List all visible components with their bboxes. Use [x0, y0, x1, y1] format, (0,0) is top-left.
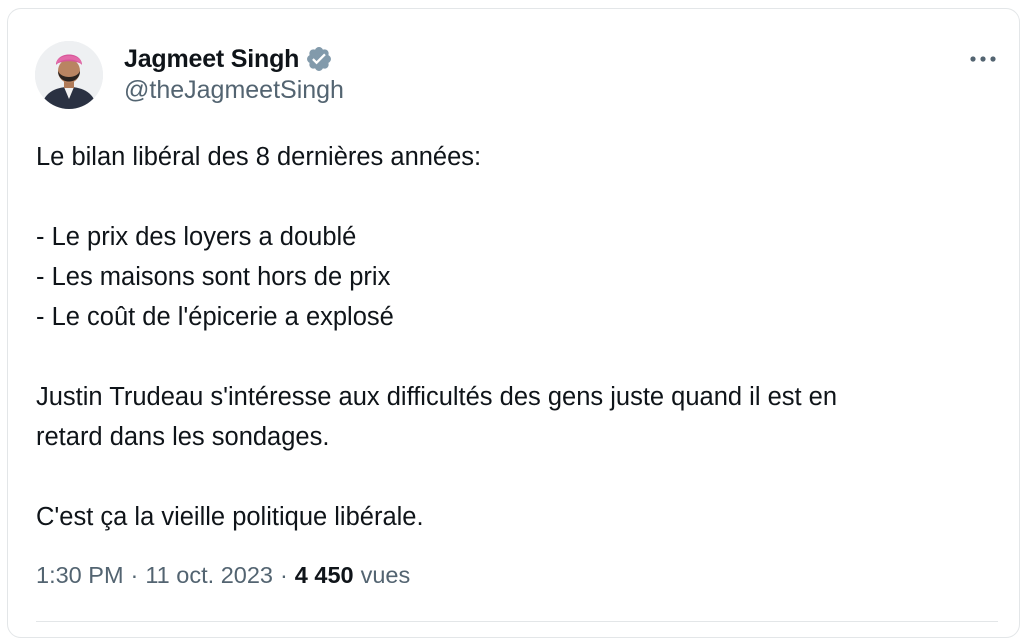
tweet-text-line: Le bilan libéral des 8 dernières années: — [36, 143, 482, 171]
author-handle[interactable]: @theJagmeetSingh — [124, 76, 344, 105]
more-options-button[interactable] — [966, 45, 1000, 73]
tweet-text: Le bilan libéral des 8 dernières années:… — [36, 137, 976, 537]
tweet-date[interactable]: 11 oct. 2023 — [145, 562, 273, 589]
more-horizontal-icon — [970, 56, 996, 62]
tweet-text-line: Justin Trudeau s'intéresse aux difficult… — [36, 383, 838, 411]
tweet-text-blank — [36, 457, 976, 497]
views-label: vues — [360, 562, 411, 588]
meta-separator: · — [130, 562, 139, 588]
tweet-time[interactable]: 1:30 PM — [36, 562, 124, 589]
tweet-card: Jagmeet Singh @theJagmeetSingh Le bilan … — [7, 8, 1020, 638]
tweet-text-line: - Le prix des loyers a doublé — [36, 223, 357, 251]
author-display-name[interactable]: Jagmeet Singh — [124, 45, 299, 74]
author-name-row: Jagmeet Singh — [124, 42, 333, 76]
avatar-image — [35, 41, 103, 109]
verified-badge-icon[interactable] — [305, 45, 333, 73]
tweet-metadata: 1:30 PM · 11 oct. 2023 · 4 450 vues — [36, 562, 410, 589]
tweet-text-line: C'est ça la vieille politique libérale. — [36, 503, 424, 531]
author-avatar[interactable] — [35, 41, 103, 109]
tweet-text-line: - Le coût de l'épicerie a explosé — [36, 303, 394, 331]
meta-separator: · — [279, 562, 288, 588]
tweet-text-line: retard dans les sondages. — [36, 423, 330, 451]
divider — [36, 621, 998, 622]
tweet-text-blank — [36, 337, 976, 377]
views-count[interactable]: 4 450 — [295, 562, 354, 589]
tweet-text-blank — [36, 177, 976, 217]
tweet-text-line: - Les maisons sont hors de prix — [36, 263, 391, 291]
